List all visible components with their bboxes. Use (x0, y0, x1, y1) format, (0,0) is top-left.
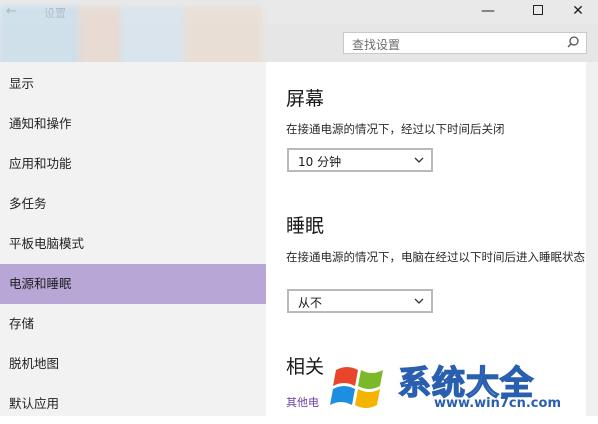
sleep-description: 在接通电源的情况下，电脑在经过以下时间后进入睡眠状态 (286, 250, 585, 264)
search-icon[interactable] (566, 35, 580, 49)
sidebar-item-multitasking[interactable]: 多任务 (0, 184, 266, 224)
site-watermark: 系统大全 www.win7cn.com (330, 354, 595, 416)
screen-description: 在接通电源的情况下，经过以下时间后关闭 (286, 122, 505, 136)
sidebar-item-tablet-mode[interactable]: 平板电脑模式 (0, 224, 266, 264)
screen-section-title: 屏幕 (286, 88, 325, 110)
sidebar-item-storage[interactable]: 存储 (0, 304, 266, 344)
search-placeholder: 查找设置 (352, 38, 401, 52)
sidebar-item-apps[interactable]: 应用和功能 (0, 144, 266, 184)
minimize-button[interactable]: — (466, 0, 510, 24)
sleep-timeout-dropdown[interactable]: 从不 (287, 289, 433, 313)
search-input[interactable]: 查找设置 (343, 32, 587, 54)
chevron-down-icon (414, 298, 424, 304)
sidebar-item-notifications[interactable]: 通知和操作 (0, 104, 266, 144)
sleep-section-title: 睡眠 (286, 215, 325, 237)
sidebar-item-power-sleep[interactable]: 电源和睡眠 (0, 264, 266, 304)
sidebar-item-display[interactable]: 显示 (0, 64, 266, 104)
close-button[interactable]: ✕ (558, 0, 598, 24)
watermark-url: www.win7cn.com (434, 396, 561, 411)
maximize-button[interactable] (516, 0, 560, 24)
chevron-down-icon (414, 157, 424, 163)
screen-timeout-value: 10 分钟 (298, 155, 342, 169)
other-power-settings-link[interactable]: 其他电 (286, 394, 319, 410)
windows-logo-icon (330, 367, 383, 408)
sidebar-item-default-apps[interactable]: 默认应用 (0, 384, 266, 424)
sidebar-item-offline-maps[interactable]: 脱机地图 (0, 344, 266, 384)
sleep-timeout-value: 从不 (298, 296, 323, 310)
sidebar: 显示 通知和操作 应用和功能 多任务 平板电脑模式 电源和睡眠 存储 脱机地图 … (0, 62, 266, 416)
maximize-icon (533, 5, 543, 15)
related-settings-title: 相关 (286, 356, 325, 378)
screen-timeout-dropdown[interactable]: 10 分钟 (287, 148, 433, 172)
